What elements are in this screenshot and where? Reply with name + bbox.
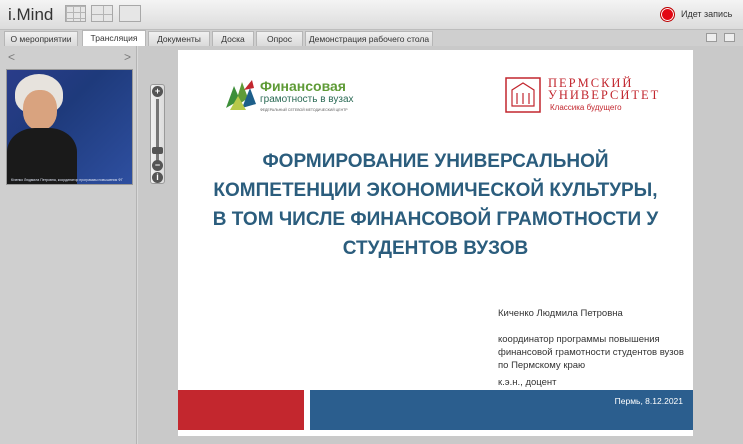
person-face: [23, 90, 57, 130]
video-caption: Кіченко Людмила Петровна, координатор пр…: [11, 178, 123, 182]
perm-university-emblem-icon: [505, 77, 541, 113]
slide-title: ФОРМИРОВАНИЕ УНИВЕРСАЛЬНОЙ КОМПЕТЕНЦИИ Э…: [212, 151, 659, 259]
fin-logo-line3: ФЕДЕРАЛЬНЫЙ СЕТЕВОЙ МЕТОДИЧЕСКИЙ ЦЕНТР: [260, 108, 348, 112]
zoom-out-icon[interactable]: −: [152, 160, 163, 171]
footer-blue-bar: Пермь, 8.12.2021: [310, 390, 693, 430]
layout-single-button[interactable]: [119, 5, 141, 22]
app-title: i.Mind: [8, 5, 54, 24]
speaker-degree: к.э.н., доцент: [498, 377, 557, 388]
tab-poll[interactable]: Опрос: [256, 31, 303, 46]
layout-grid-button[interactable]: [65, 5, 86, 22]
perm-logo-line2: УНИВЕРСИТЕТ: [548, 88, 661, 102]
person-body: [7, 128, 77, 184]
zoom-slider[interactable]: + − i: [150, 84, 165, 184]
presentation-slide: Финансовая грамотность в вузах ФЕДЕРАЛЬН…: [178, 50, 693, 436]
speaker-name: Киченко Людмила Петровна: [498, 308, 623, 319]
tab-board[interactable]: Доска: [212, 31, 254, 46]
record-icon[interactable]: [660, 7, 675, 22]
speaker-role: координатор программы повышения финансов…: [498, 334, 684, 371]
participants-panel: < > Кіченко Людмила Петровна, координато…: [0, 46, 137, 444]
layout-split-button[interactable]: [91, 5, 113, 22]
speaker-video[interactable]: Кіченко Людмила Петровна, координатор пр…: [6, 69, 133, 185]
recording-status: Идет запись: [681, 9, 733, 19]
fin-literacy-emblem-icon: [226, 80, 256, 110]
info-icon[interactable]: i: [152, 172, 163, 183]
fin-logo-line1: Финансовая: [260, 78, 346, 94]
title-bar: i.Mind Идет запись: [0, 0, 743, 30]
tab-documents[interactable]: Документы: [148, 31, 210, 46]
fin-literacy-logo: Финансовая грамотность в вузах ФЕДЕРАЛЬН…: [224, 78, 374, 116]
maximize-icon[interactable]: [724, 33, 735, 42]
chevron-left-icon[interactable]: <: [8, 50, 15, 64]
zoom-thumb[interactable]: [152, 146, 163, 154]
tab-bar: О мероприятии Трансляция Документы Доска…: [0, 30, 743, 46]
zoom-in-icon[interactable]: +: [152, 86, 163, 97]
fin-logo-line2: грамотность в вузах: [260, 94, 354, 105]
tab-desktop-demo[interactable]: Демонстрация рабочего стола: [305, 31, 433, 46]
perm-logo-tagline: Классика будущего: [550, 103, 622, 112]
chevron-right-icon[interactable]: >: [124, 50, 131, 64]
tab-about-event[interactable]: О мероприятии: [4, 31, 78, 46]
restore-icon[interactable]: [706, 33, 717, 42]
perm-university-logo: ПЕРМСКИЙ УНИВЕРСИТЕТ Классика будущего: [504, 76, 674, 116]
slide-date: Пермь, 8.12.2021: [614, 396, 683, 406]
broadcast-area: + − i Финансовая грамотность в вузах ФЕД…: [138, 46, 743, 444]
footer-red-bar: [178, 390, 304, 430]
tab-broadcast[interactable]: Трансляция: [82, 30, 146, 46]
